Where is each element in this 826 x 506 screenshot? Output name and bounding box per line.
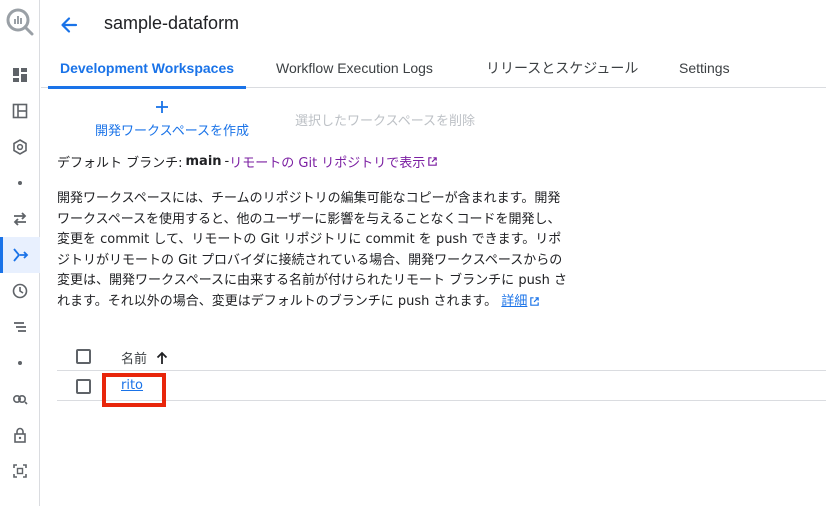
arrow-back-icon	[61, 17, 78, 33]
delete-selected-button[interactable]: 選択したワークスペースを削除	[295, 110, 475, 129]
description-text: 開発ワークスペースには、チームのリポジトリの編集可能なコピーが含まれます。開発ワ…	[57, 191, 567, 309]
tab-development-workspaces[interactable]: Development Workspaces	[47, 50, 247, 89]
create-workspace-label: 開発ワークスペースを作成	[95, 124, 250, 139]
plus-icon	[156, 101, 168, 113]
view-remote-repo-link[interactable]: リモートの Git リポジトリで表示	[229, 152, 438, 171]
column-header-name-label: 名前	[121, 352, 148, 367]
table-header: 名前	[57, 341, 826, 371]
branch-prefix: デフォルト ブランチ:	[57, 156, 183, 171]
tab-releases-schedules[interactable]: リリースとスケジュール	[486, 50, 638, 88]
dot-icon[interactable]	[0, 165, 40, 201]
learn-more-label: 詳細	[501, 293, 528, 309]
open-in-new-icon	[530, 297, 540, 307]
page-header: sample-dataform	[41, 0, 826, 50]
tab-workflow-execution-logs[interactable]: Workflow Execution Logs	[276, 50, 433, 88]
dataform-icon[interactable]	[0, 237, 40, 273]
arrow-upward-icon	[156, 351, 168, 364]
view-remote-repo-label: リモートの Git リポジトリで表示	[229, 156, 426, 171]
learn-more-link[interactable]: 詳細	[501, 292, 540, 313]
transfer-icon[interactable]	[0, 201, 40, 237]
lock-icon[interactable]	[0, 417, 40, 453]
tab-settings[interactable]: Settings	[679, 50, 730, 88]
left-nav-rail	[0, 0, 40, 506]
column-header-name[interactable]: 名前	[121, 348, 169, 367]
page-title: sample-dataform	[104, 13, 240, 33]
open-in-new-icon	[428, 157, 438, 166]
bigquery-logo[interactable]	[4, 6, 36, 38]
select-all-checkbox[interactable]	[76, 349, 91, 364]
default-branch-info: デフォルト ブランチ: main - リモートの Git リポジトリで表示	[57, 152, 438, 171]
list-icon[interactable]	[0, 309, 40, 345]
explorer-icon[interactable]	[0, 93, 40, 129]
workspace-description: 開発ワークスペースには、チームのリポジトリの編集可能なコピーが含まれます。開発ワ…	[57, 189, 572, 312]
table-row: rito	[57, 371, 826, 401]
hexagon-icon[interactable]	[0, 129, 40, 165]
row-checkbox[interactable]	[76, 379, 91, 394]
branch-name: main	[185, 154, 222, 169]
workspaces-table: 名前 rito	[57, 341, 826, 401]
scan-icon[interactable]	[0, 453, 40, 489]
create-workspace-button[interactable]: 開発ワークスペースを作成	[95, 100, 265, 140]
dot-icon[interactable]	[0, 345, 40, 381]
tab-bar: Development Workspaces Workflow Executio…	[41, 50, 826, 89]
workspace-link[interactable]: rito	[121, 378, 143, 393]
clock-icon[interactable]	[0, 273, 40, 309]
dashboard-icon[interactable]	[0, 57, 40, 93]
back-button[interactable]	[56, 12, 82, 38]
link-icon[interactable]	[0, 381, 40, 417]
